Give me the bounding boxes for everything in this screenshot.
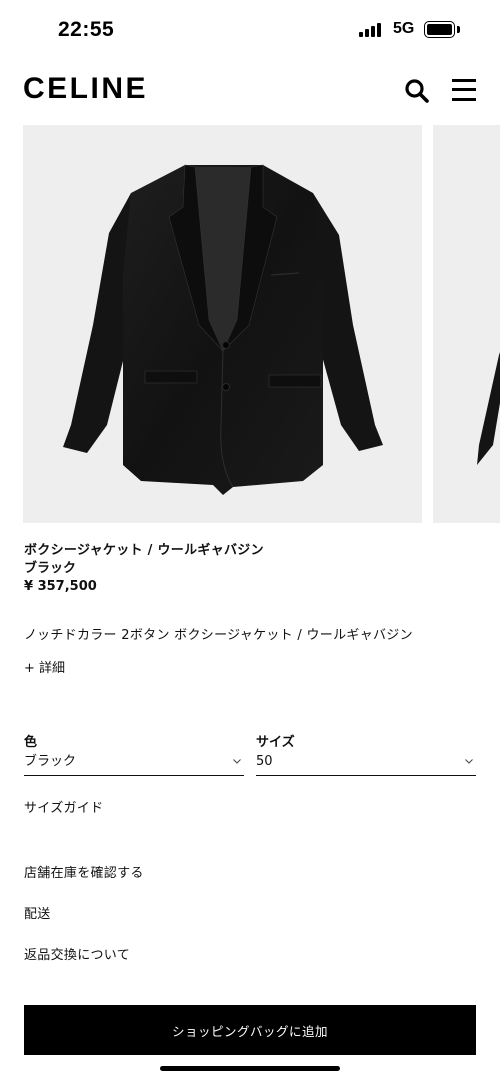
battery-tip bbox=[457, 26, 460, 33]
product-color: ブラック bbox=[24, 561, 77, 576]
celine-logo[interactable]: CELINE bbox=[23, 72, 148, 106]
add-to-bag-button[interactable]: ショッピングバッグに追加 bbox=[24, 1005, 476, 1055]
size-guide-link[interactable]: サイズガイド bbox=[24, 800, 103, 818]
store-stock-link[interactable]: 店舗在庫を確認する bbox=[24, 865, 144, 883]
details-link[interactable]: + 詳細 bbox=[24, 660, 65, 678]
home-indicator bbox=[160, 1066, 340, 1071]
search-icon[interactable] bbox=[404, 78, 430, 104]
status-time: 22:55 bbox=[58, 18, 115, 41]
status-bar: 22:55 5G bbox=[0, 0, 500, 58]
returns-link[interactable]: 返品交換について bbox=[24, 947, 130, 965]
chevron-down-icon bbox=[233, 759, 241, 764]
product-description: ノッチドカラー 2ボタン ボクシージャケット / ウールギャバジン bbox=[24, 628, 413, 643]
battery-icon bbox=[424, 21, 455, 38]
size-value: 50 bbox=[256, 754, 273, 769]
size-label: サイズ bbox=[256, 735, 295, 750]
color-selector[interactable]: 色 ブラック bbox=[24, 734, 244, 776]
color-select[interactable]: ブラック bbox=[24, 752, 244, 776]
signal-icon bbox=[359, 23, 385, 37]
jacket-back-image-partial[interactable] bbox=[433, 125, 500, 523]
size-selector[interactable]: サイズ 50 bbox=[256, 734, 476, 776]
shipping-link[interactable]: 配送 bbox=[24, 906, 51, 924]
size-select[interactable]: 50 bbox=[256, 752, 476, 776]
network-label: 5G bbox=[393, 20, 415, 37]
chevron-down-icon bbox=[465, 759, 473, 764]
jacket-front-image[interactable] bbox=[23, 125, 422, 523]
color-label: 色 bbox=[24, 735, 38, 750]
site-header: CELINE bbox=[0, 58, 500, 122]
color-value: ブラック bbox=[24, 754, 77, 769]
product-price: ¥ 357,500 bbox=[24, 579, 97, 594]
product-name: ボクシージャケット / ウールギャバジン bbox=[24, 543, 264, 558]
menu-icon[interactable] bbox=[452, 78, 476, 102]
product-gallery[interactable] bbox=[0, 125, 500, 523]
